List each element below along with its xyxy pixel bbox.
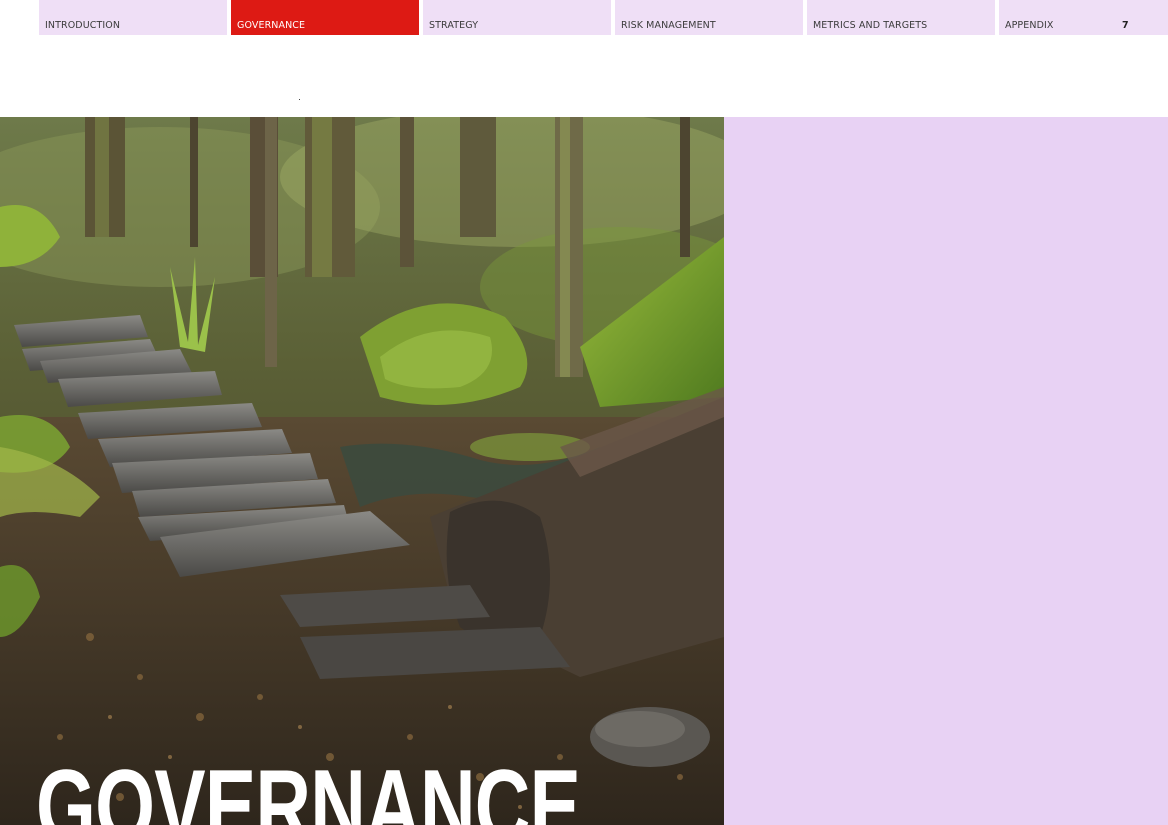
tab-label: METRICS AND TARGETS	[813, 20, 928, 31]
tab-label: APPENDIX	[1005, 20, 1054, 31]
tab-introduction[interactable]: INTRODUCTION	[39, 0, 227, 35]
tab-label: RISK MANAGEMENT	[621, 20, 716, 31]
report-page: INTRODUCTION GOVERNANCE STRATEGY RISK MA…	[0, 0, 1168, 825]
stray-mark	[299, 99, 300, 100]
tab-appendix[interactable]: APPENDIX	[999, 0, 1168, 35]
tab-label: STRATEGY	[429, 20, 479, 31]
tab-metrics-and-targets[interactable]: METRICS AND TARGETS	[807, 0, 995, 35]
tab-label: INTRODUCTION	[45, 20, 121, 31]
hero-photo: GOVERNANCE	[0, 117, 724, 825]
section-nav: INTRODUCTION GOVERNANCE STRATEGY RISK MA…	[39, 0, 1168, 35]
forest-boardwalk-illustration	[0, 117, 724, 825]
side-color-panel	[724, 117, 1168, 825]
page-title: GOVERNANCE	[36, 749, 581, 825]
tab-governance[interactable]: GOVERNANCE	[231, 0, 419, 35]
page-number: 7	[1122, 20, 1129, 31]
tab-risk-management[interactable]: RISK MANAGEMENT	[615, 0, 803, 35]
tab-label: GOVERNANCE	[237, 20, 306, 31]
tab-strategy[interactable]: STRATEGY	[423, 0, 611, 35]
